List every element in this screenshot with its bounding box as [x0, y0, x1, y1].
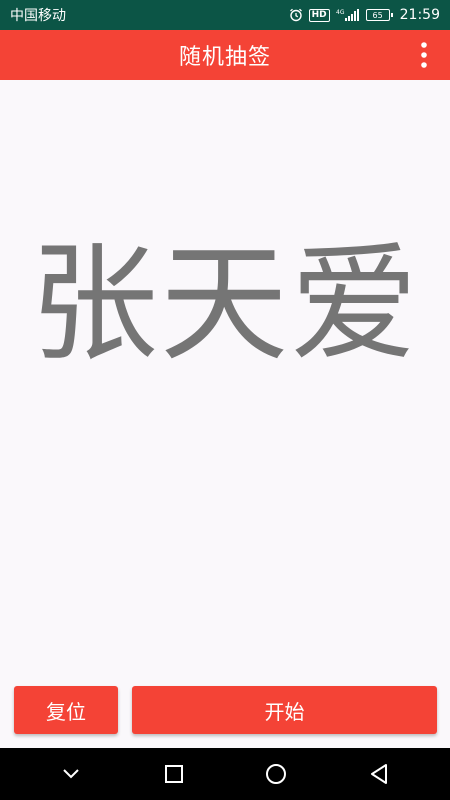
nav-back-button[interactable]	[359, 754, 399, 794]
start-button[interactable]: 开始	[132, 686, 437, 734]
more-vertical-icon	[421, 42, 427, 68]
status-bar: 中国移动 HD 4G 65 21:59	[0, 0, 450, 30]
app-bar: 随机抽签	[0, 30, 450, 80]
battery-icon: 65	[365, 9, 393, 21]
carrier-label: 中国移动	[10, 8, 66, 24]
hd-voice-icon: HD	[308, 8, 330, 22]
status-icons: HD 4G 65 21:59	[289, 7, 440, 23]
page-title: 随机抽签	[178, 45, 271, 70]
drawn-name-text: 张天爱	[29, 230, 420, 379]
alarm-clock-icon	[289, 8, 303, 22]
square-icon	[164, 765, 183, 783]
reset-button[interactable]: 复位	[14, 686, 118, 734]
overflow-menu-button[interactable]	[410, 40, 438, 70]
signal-icon: 4G	[336, 8, 360, 22]
main-content	[0, 80, 450, 680]
chevron-down-icon	[63, 769, 79, 779]
clock-time: 21:59	[399, 7, 440, 23]
nav-hide-button[interactable]	[51, 754, 91, 794]
svg-text:4G: 4G	[336, 9, 345, 16]
triangle-back-icon	[370, 764, 387, 784]
nav-recents-button[interactable]	[154, 754, 194, 794]
system-navigation-bar	[0, 748, 450, 800]
circle-icon	[266, 764, 287, 784]
nav-home-button[interactable]	[256, 754, 296, 794]
